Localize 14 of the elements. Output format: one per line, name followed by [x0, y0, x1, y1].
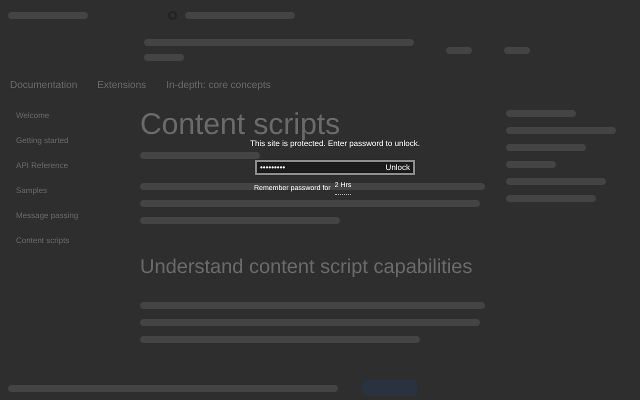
sidebar-item[interactable]: Content scripts — [16, 235, 140, 247]
sidebar-item[interactable]: Welcome — [16, 110, 140, 122]
password-field[interactable]: ••••••••• Unlock — [255, 160, 415, 175]
breadcrumb-link[interactable]: Documentation — [10, 78, 78, 92]
breadcrumb-link[interactable]: Extensions — [97, 78, 146, 92]
article-title: Content scripts — [140, 110, 340, 140]
lock-message: This site is protected. Enter password to unlock. — [250, 139, 420, 150]
breadcrumb-link[interactable]: In-depth: core concepts — [166, 78, 271, 92]
sidebar-item[interactable]: Getting started — [16, 135, 140, 147]
sidebar-item[interactable]: API Reference — [16, 160, 140, 172]
unlock-button[interactable]: Unlock — [386, 162, 410, 174]
sidebar-item[interactable]: Message passing — [16, 210, 140, 222]
sidebar-item[interactable]: Samples — [16, 185, 140, 197]
section-heading: Understand content script capabilities — [140, 255, 474, 280]
